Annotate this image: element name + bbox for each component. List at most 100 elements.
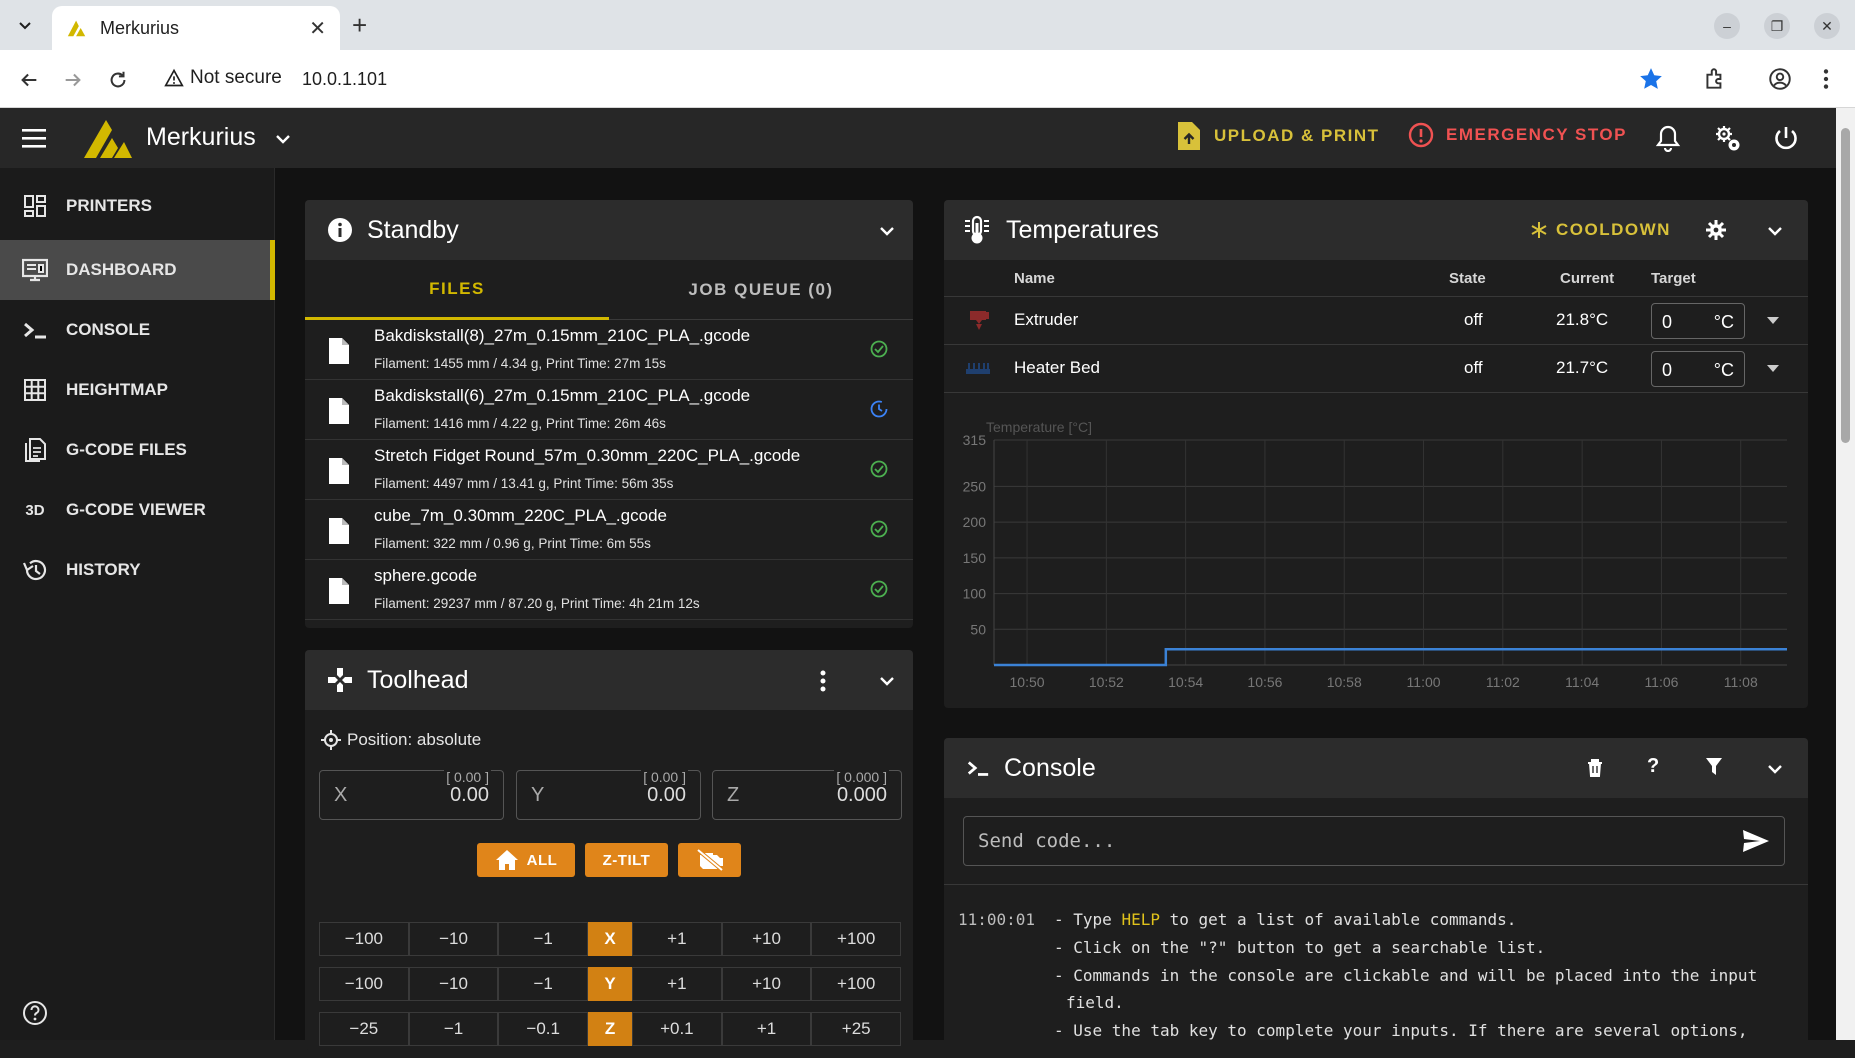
url-text[interactable]: 10.0.1.101 bbox=[302, 69, 387, 90]
browser-address-bar: Not secure 10.0.1.101 bbox=[0, 50, 1855, 108]
tab-search-button[interactable] bbox=[10, 8, 40, 42]
chevron-down-icon[interactable] bbox=[878, 222, 896, 240]
cooldown-button[interactable]: COOLDOWN bbox=[1530, 220, 1671, 240]
check-circle-icon bbox=[870, 340, 888, 358]
browser-tab[interactable]: Merkurius ✕ bbox=[52, 6, 340, 50]
x-position-field[interactable]: X [ 0.00 ] 0.00 bbox=[319, 769, 504, 820]
file-icon bbox=[329, 398, 349, 424]
close-tab-icon[interactable]: ✕ bbox=[309, 16, 326, 41]
close-window-icon[interactable]: ✕ bbox=[1814, 13, 1840, 39]
trash-icon[interactable] bbox=[1587, 759, 1603, 777]
power-icon[interactable] bbox=[1772, 124, 1800, 152]
chevron-down-icon[interactable] bbox=[1766, 222, 1784, 240]
target-temp-input[interactable]: 0 °C bbox=[1651, 351, 1745, 387]
jog-row-y: −100 −10 −1 Y +1 +10 +100 bbox=[319, 967, 902, 1001]
notification-bell-icon[interactable] bbox=[1655, 124, 1681, 152]
security-indicator[interactable]: Not secure bbox=[164, 67, 282, 89]
jog-button[interactable]: +0.1 bbox=[632, 1012, 722, 1046]
forward-arrow-icon[interactable] bbox=[62, 69, 84, 91]
send-code-placeholder: Send code... bbox=[978, 830, 1116, 852]
console-command-link[interactable]: HELP bbox=[1121, 910, 1160, 929]
caret-down-icon[interactable] bbox=[1766, 316, 1780, 326]
profile-icon[interactable] bbox=[1767, 66, 1793, 92]
extensions-icon[interactable] bbox=[1702, 66, 1728, 92]
z-tilt-button[interactable]: Z-TILT bbox=[585, 843, 668, 877]
scrollbar-thumb[interactable] bbox=[1841, 128, 1850, 443]
jog-button[interactable]: −100 bbox=[319, 967, 409, 1001]
jog-button[interactable]: +1 bbox=[632, 967, 722, 1001]
jog-button[interactable]: −10 bbox=[408, 967, 499, 1001]
new-tab-button[interactable]: + bbox=[352, 12, 367, 38]
file-name: Stretch Fidget Round_57m_0.30mm_220C_PLA… bbox=[374, 446, 801, 465]
sidebar-item-history[interactable]: HISTORY bbox=[0, 540, 275, 600]
help-circle-icon[interactable] bbox=[22, 1000, 48, 1026]
y-position-field[interactable]: Y [ 0.00 ] 0.00 bbox=[516, 769, 701, 820]
file-row[interactable]: Stretch Fidget Round_57m_0.30mm_220C_PLA… bbox=[305, 440, 913, 500]
tab-files[interactable]: FILES bbox=[305, 260, 609, 320]
printer-name[interactable]: Merkurius bbox=[146, 123, 256, 152]
jog-button[interactable]: −25 bbox=[319, 1012, 409, 1046]
jog-button[interactable]: −10 bbox=[408, 922, 499, 956]
thermometer-lines-icon bbox=[965, 215, 989, 244]
send-code-input[interactable]: Send code... bbox=[963, 816, 1785, 866]
gamepad-icon bbox=[328, 668, 352, 692]
page-scrollbar[interactable] bbox=[1836, 108, 1855, 1040]
sidebar-item-printers[interactable]: PRINTERS bbox=[0, 176, 275, 236]
tab-job-queue[interactable]: JOB QUEUE (0) bbox=[609, 260, 913, 320]
minimize-window-icon[interactable]: – bbox=[1714, 13, 1740, 39]
jog-button[interactable]: +25 bbox=[811, 1012, 902, 1046]
menu-hamburger-icon[interactable] bbox=[22, 126, 48, 150]
jog-button[interactable]: +1 bbox=[632, 922, 722, 956]
position-label: Position: absolute bbox=[347, 730, 482, 749]
axis-home-button[interactable]: X bbox=[588, 922, 633, 956]
file-row[interactable]: Bakdiskstall(8)_27m_0.15mm_210C_PLA_.gco… bbox=[305, 320, 913, 380]
console-line[interactable]: - Type HELP to get a list of available c… bbox=[1054, 910, 1516, 929]
axis-home-button[interactable]: Z bbox=[588, 1012, 633, 1046]
sidebar-item-console[interactable]: CONSOLE bbox=[0, 300, 275, 360]
jog-button[interactable]: +10 bbox=[721, 922, 812, 956]
chevron-down-icon[interactable] bbox=[878, 672, 896, 690]
filter-icon[interactable] bbox=[1706, 758, 1722, 776]
file-icon bbox=[329, 458, 349, 484]
jog-button[interactable]: +100 bbox=[811, 967, 902, 1001]
jog-button[interactable]: −1 bbox=[408, 1012, 499, 1046]
bookmark-star-icon[interactable] bbox=[1638, 66, 1664, 92]
back-arrow-icon[interactable] bbox=[18, 69, 40, 91]
position-mode[interactable]: Position: absolute bbox=[321, 730, 481, 750]
jog-button[interactable]: −1 bbox=[498, 922, 589, 956]
send-icon[interactable] bbox=[1742, 829, 1770, 853]
jog-button[interactable]: +1 bbox=[721, 1012, 812, 1046]
file-row[interactable]: cube_7m_0.30mm_220C_PLA_.gcode Filament: … bbox=[305, 500, 913, 560]
gear-icon[interactable] bbox=[1706, 220, 1726, 240]
z-position-field[interactable]: Z [ 0.000 ] 0.000 bbox=[712, 769, 902, 820]
temperature-chart[interactable]: Temperature [°C] 50 100 150 200 250 315 10:50 10… bbox=[944, 405, 1808, 705]
check-circle-icon bbox=[870, 520, 888, 538]
jog-button[interactable]: −100 bbox=[319, 922, 409, 956]
upload-print-button[interactable]: UPLOAD & PRINT bbox=[1178, 122, 1380, 150]
restore-window-icon[interactable]: ❐ bbox=[1764, 13, 1790, 39]
more-vertical-icon[interactable] bbox=[819, 670, 827, 692]
target-temp-input[interactable]: 0 °C bbox=[1651, 303, 1745, 339]
file-row[interactable]: sphere.gcode Filament: 29237 mm / 87.20 g… bbox=[305, 560, 913, 620]
jog-button[interactable]: +10 bbox=[721, 967, 812, 1001]
caret-down-icon[interactable] bbox=[1766, 364, 1780, 374]
browser-menu-icon[interactable] bbox=[1816, 66, 1836, 92]
emergency-stop-button[interactable]: EMERGENCY STOP bbox=[1408, 122, 1627, 148]
motors-off-button[interactable] bbox=[678, 843, 741, 877]
sidebar-item-gcode-viewer[interactable]: 3D G-CODE VIEWER bbox=[0, 480, 275, 540]
help-question-icon[interactable]: ? bbox=[1647, 755, 1659, 778]
reload-icon[interactable] bbox=[107, 69, 129, 91]
chevron-down-icon[interactable] bbox=[274, 130, 292, 148]
axis-home-button[interactable]: Y bbox=[588, 967, 633, 1001]
sidebar-item-heightmap[interactable]: HEIGHTMAP bbox=[0, 360, 275, 420]
jog-button[interactable]: +100 bbox=[811, 922, 902, 956]
settings-cogs-icon[interactable] bbox=[1713, 124, 1743, 154]
y-field-label: Y bbox=[531, 784, 545, 806]
jog-button[interactable]: −1 bbox=[498, 967, 589, 1001]
chevron-down-icon[interactable] bbox=[1766, 760, 1784, 778]
sidebar-item-gcode-files[interactable]: G-CODE FILES bbox=[0, 420, 275, 480]
home-all-button[interactable]: ALL bbox=[477, 843, 575, 877]
jog-button[interactable]: −0.1 bbox=[498, 1012, 589, 1046]
sidebar-item-dashboard[interactable]: DASHBOARD bbox=[0, 240, 275, 300]
file-row[interactable]: Bakdiskstall(6)_27m_0.15mm_210C_PLA_.gco… bbox=[305, 380, 913, 440]
